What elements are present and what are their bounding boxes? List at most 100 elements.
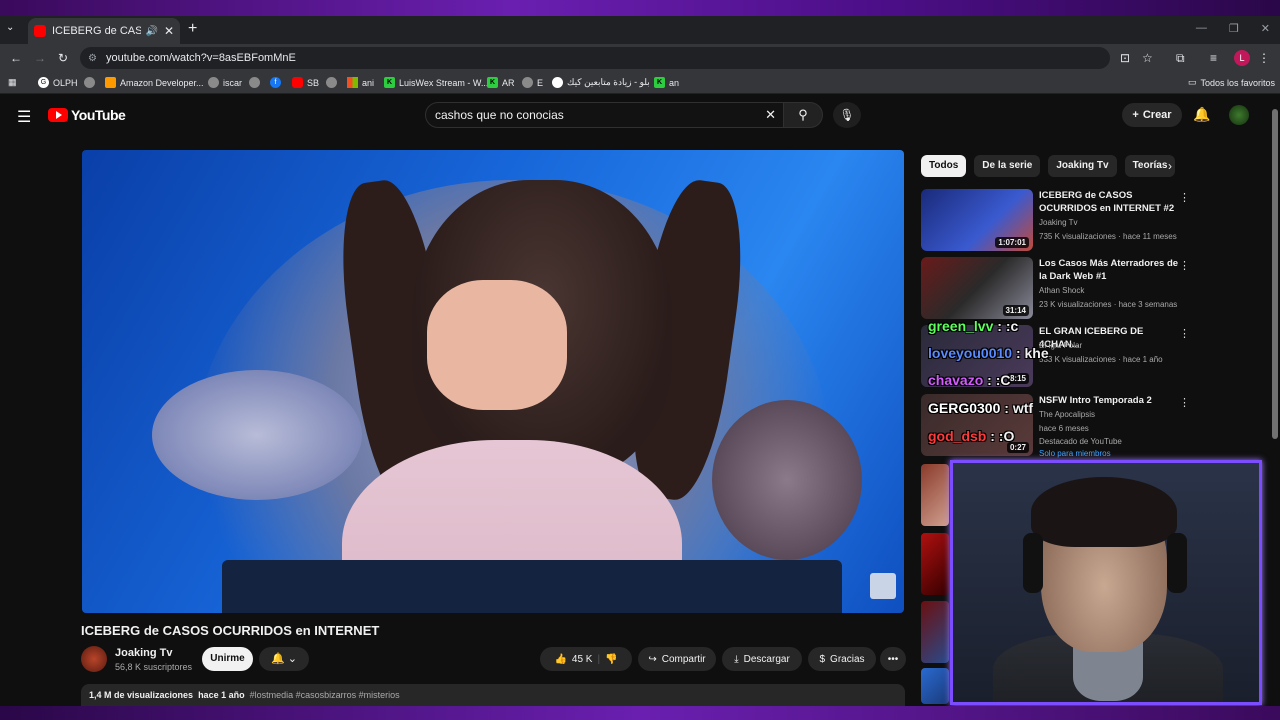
share-button[interactable]: ↪ Compartir: [638, 647, 716, 671]
close-window-icon[interactable]: ✕: [1261, 22, 1270, 35]
video-player[interactable]: [82, 150, 904, 613]
chevron-right-icon[interactable]: ›: [1168, 159, 1172, 173]
description-box[interactable]: 1,4 M de visualizaciones hace 1 año #los…: [81, 684, 905, 706]
video-thumbnail[interactable]: [921, 464, 949, 526]
reload-icon[interactable]: ↻: [58, 51, 68, 65]
chip-channel[interactable]: Joaking Tv: [1048, 155, 1117, 177]
chevron-down-icon: ⌄: [287, 653, 297, 665]
voice-search-button[interactable]: 🎙: [833, 102, 861, 128]
new-tab-icon[interactable]: +: [188, 20, 197, 38]
video-title: ICEBERG de CASOS OCURRIDOS en INTERNET: [81, 623, 380, 638]
create-button[interactable]: + Crear: [1122, 103, 1182, 127]
chat-message: god_dsb : :O: [928, 428, 1015, 444]
subscription-bell-button[interactable]: 🔔 ⌄: [259, 647, 309, 671]
bookmark-star-icon[interactable]: ☆: [1142, 51, 1153, 65]
search-icon: ⚲: [798, 107, 808, 122]
forward-icon[interactable]: →: [34, 51, 46, 65]
thumb-up-icon: 👍: [554, 653, 567, 665]
bookmark-item[interactable]: بلو - زيادة متابعين كيك: [552, 77, 650, 88]
more-options-icon[interactable]: ⋮: [1179, 259, 1190, 272]
url-text: youtube.com/watch?v=8asEBFomMnE: [106, 52, 296, 64]
chat-message: loveyou0010 : khe: [928, 345, 1049, 361]
bookmark-item[interactable]: SB: [292, 77, 319, 88]
tab-list-icon[interactable]: ⌄: [6, 22, 14, 33]
page-scrollbar[interactable]: [1270, 97, 1280, 706]
all-bookmarks[interactable]: ▭ Todos los favoritos: [1188, 77, 1275, 88]
chip-todos[interactable]: Todos: [921, 155, 967, 177]
thanks-icon: $: [819, 653, 826, 665]
bookmark-item[interactable]: Kan: [654, 77, 679, 88]
youtube-play-icon: [48, 108, 68, 122]
user-avatar[interactable]: [1229, 105, 1249, 125]
plus-icon: +: [1132, 109, 1139, 121]
stream-frame-bottom: [0, 706, 1280, 720]
video-thumbnail[interactable]: [921, 533, 949, 595]
thumb-down-icon[interactable]: 👎: [605, 654, 617, 665]
profile-avatar[interactable]: L: [1234, 50, 1250, 66]
more-options-icon[interactable]: ⋮: [1179, 191, 1190, 204]
back-icon[interactable]: ←: [10, 51, 22, 65]
video-thumbnail[interactable]: 31:14: [921, 257, 1033, 319]
bookmark-item[interactable]: ani: [347, 77, 374, 88]
globe-icon: [208, 77, 219, 88]
extensions-icon[interactable]: ⧉: [1176, 51, 1185, 66]
notifications-icon[interactable]: 🔔: [1193, 106, 1210, 123]
more-options-icon[interactable]: ⋮: [1179, 396, 1190, 409]
amazon-icon: [105, 77, 116, 88]
browser-tab[interactable]: ICEBERG de CASOS OCURRIDOS en INTERNET 🔊…: [28, 18, 180, 44]
clear-search-icon[interactable]: ✕: [765, 107, 776, 123]
globe-icon[interactable]: [249, 77, 260, 88]
more-actions-button[interactable]: •••: [880, 647, 906, 671]
chip-series[interactable]: De la serie: [974, 155, 1041, 177]
bookmark-item[interactable]: K AR: [487, 77, 515, 88]
bookmark-item[interactable]: E: [522, 77, 543, 88]
video-thumbnail[interactable]: [921, 668, 949, 704]
chat-message: GERG0300 : wtf: [928, 400, 1034, 416]
bookmark-item[interactable]: Amazon Developer...: [105, 77, 204, 88]
globe-icon[interactable]: [84, 77, 95, 88]
media-icon[interactable]: ≡: [1210, 51, 1217, 65]
headset-icon: [1023, 533, 1043, 593]
channel-name[interactable]: Joaking Tv: [115, 647, 172, 659]
youtube-icon: [292, 77, 303, 88]
channel-avatar[interactable]: [81, 646, 107, 672]
scrollbar-thumb[interactable]: [1272, 109, 1278, 439]
bell-icon: 🔔: [271, 653, 285, 665]
youtube-logo[interactable]: YouTube: [48, 107, 126, 123]
install-icon[interactable]: ⊡: [1120, 51, 1130, 65]
audio-icon[interactable]: 🔊: [145, 26, 157, 37]
globe-icon[interactable]: [326, 77, 337, 88]
search-button[interactable]: ⚲: [783, 102, 823, 128]
minimize-icon[interactable]: —: [1196, 22, 1207, 35]
bookmark-item[interactable]: K LuisWex Stream - W...: [384, 77, 488, 88]
recommendation-item[interactable]: 31:14 Los Casos Más Aterradores de la Da…: [921, 257, 1261, 319]
apps-icon[interactable]: ▦: [8, 77, 17, 88]
folder-icon: ▭: [1188, 77, 1197, 87]
thanks-button[interactable]: $ Gracias: [808, 647, 876, 671]
browser-tabbar: ⌄ ICEBERG de CASOS OCURRIDOS en INTERNET…: [0, 16, 1280, 44]
channel-watermark[interactable]: [870, 573, 896, 599]
download-button[interactable]: ⤓ Descargar: [722, 647, 802, 671]
more-options-icon[interactable]: ⋮: [1179, 327, 1190, 340]
recommendation-item[interactable]: 1:07:01 ICEBERG de CASOS OCURRIDOS en IN…: [921, 189, 1261, 251]
members-badge: Solo para miembros: [1039, 449, 1111, 458]
window-controls: — ❐ ✕: [1196, 22, 1270, 35]
hashtags[interactable]: #lostmedia #casosbizarros #misterios: [250, 690, 400, 700]
stream-frame-top: [0, 0, 1280, 16]
site-info-icon[interactable]: ⚙: [88, 53, 100, 64]
video-thumbnail[interactable]: 1:07:01: [921, 189, 1033, 251]
restore-icon[interactable]: ❐: [1229, 22, 1239, 35]
hamburger-menu-icon[interactable]: ☰: [17, 107, 31, 127]
menu-dots-icon[interactable]: ⋮: [1258, 51, 1270, 65]
facebook-icon[interactable]: f: [270, 77, 281, 88]
video-thumbnail[interactable]: [921, 601, 949, 663]
bookmark-item[interactable]: iscar: [208, 77, 242, 88]
search-input[interactable]: cashos que no conocias ✕: [425, 102, 785, 128]
address-bar[interactable]: ⚙ youtube.com/watch?v=8asEBFomMnE: [80, 47, 1110, 69]
bookmark-item[interactable]: G OLPH: [38, 77, 78, 88]
browser-toolbar: ← → ↻ ⚙ youtube.com/watch?v=8asEBFomMnE …: [0, 44, 1280, 72]
join-button[interactable]: Unirme: [202, 647, 253, 671]
kick-icon: K: [487, 77, 498, 88]
like-button[interactable]: 👍 45 K: [554, 654, 592, 665]
close-tab-icon[interactable]: ✕: [164, 24, 174, 38]
